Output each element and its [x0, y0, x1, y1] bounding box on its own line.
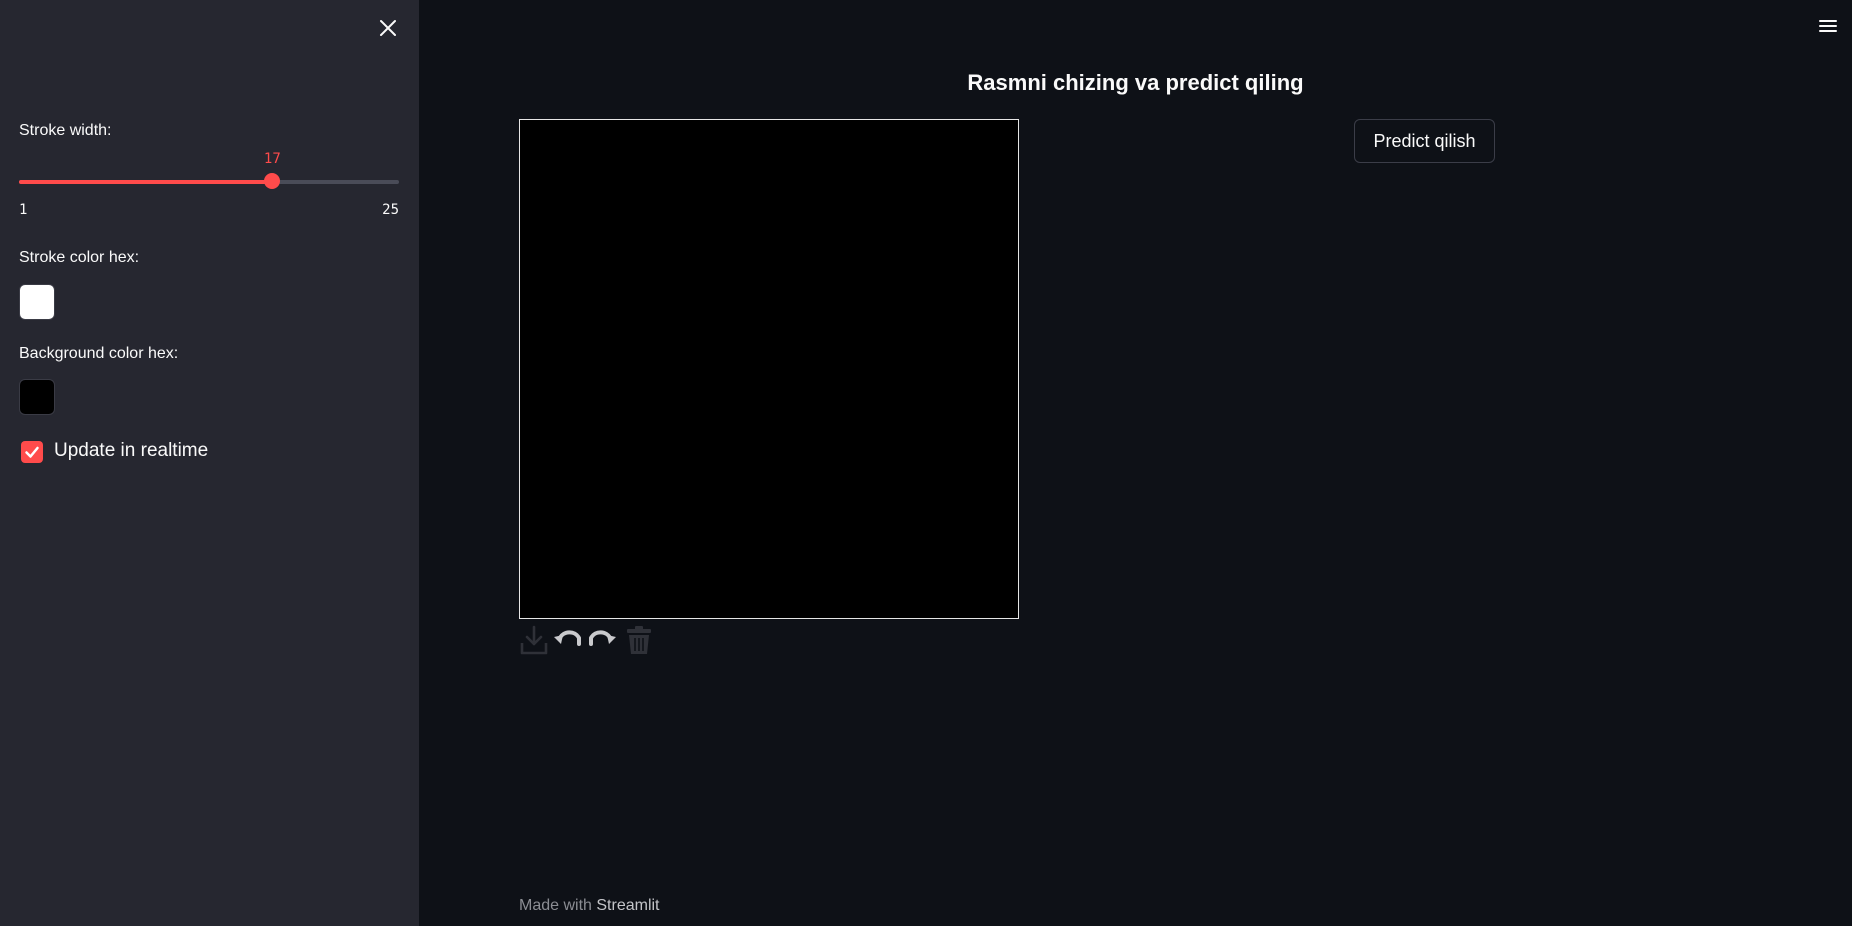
undo-icon: [554, 630, 581, 646]
background-color-label: Background color hex:: [19, 345, 179, 362]
close-icon: [380, 20, 396, 36]
download-icon: [520, 625, 548, 655]
hamburger-menu-icon: [1819, 20, 1837, 32]
sidebar: Stroke width: 17 1 25 Stroke color hex: …: [0, 0, 419, 926]
slider-min-label: 1: [19, 202, 28, 218]
main-menu-button[interactable]: [1816, 14, 1840, 38]
page-title: Rasmni chizing va predict qiling: [967, 70, 1304, 95]
redo-icon: [589, 630, 616, 646]
slider-thumb[interactable]: [264, 173, 281, 189]
drawing-canvas[interactable]: [519, 119, 1019, 619]
footer-prefix: Made with: [519, 897, 597, 914]
background-color-picker[interactable]: [19, 379, 55, 415]
realtime-checkbox[interactable]: [21, 441, 43, 463]
trash-icon: [627, 626, 651, 654]
close-sidebar-button[interactable]: [376, 16, 400, 40]
realtime-label: Update in realtime: [54, 440, 209, 461]
predict-button[interactable]: Predict qilish: [1354, 119, 1495, 163]
undo-button[interactable]: [553, 624, 583, 656]
redo-button[interactable]: [587, 624, 617, 656]
footer: Made with Streamlit: [519, 897, 660, 915]
slider-fill: [19, 180, 273, 184]
check-icon: [25, 446, 39, 458]
delete-button[interactable]: [624, 624, 654, 656]
stroke-width-label: Stroke width:: [19, 122, 112, 139]
stroke-color-label: Stroke color hex:: [19, 249, 140, 266]
slider-value: 17: [263, 151, 281, 167]
stroke-width-slider[interactable]: [19, 173, 399, 189]
slider-max-label: 25: [382, 202, 399, 218]
streamlit-link[interactable]: Streamlit: [596, 897, 659, 914]
stroke-color-picker[interactable]: [19, 284, 55, 320]
download-button[interactable]: [519, 624, 549, 656]
